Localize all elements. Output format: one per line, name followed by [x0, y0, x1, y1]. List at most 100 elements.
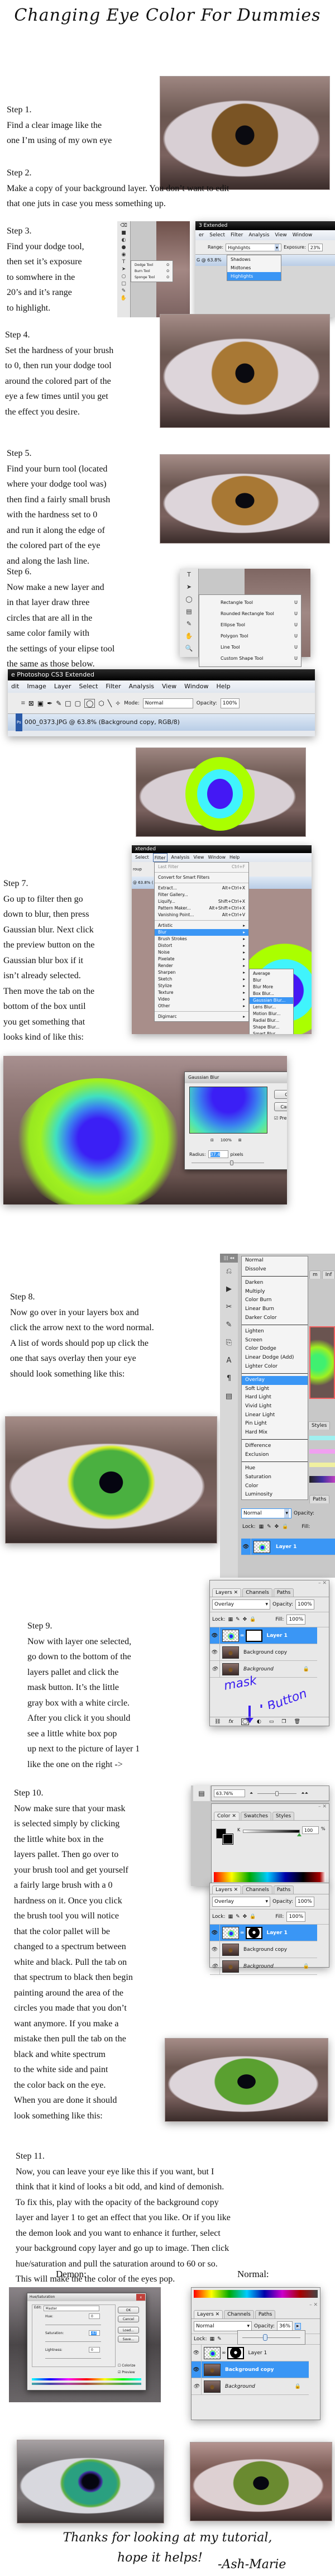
line-tool-item[interactable]: Line Tool U	[199, 642, 301, 653]
menu-help[interactable]: Help	[229, 853, 240, 862]
blend-mode-option[interactable]: Linear Burn	[242, 1305, 308, 1314]
layer-row[interactable]: 👁 Layer 1	[241, 1538, 335, 1555]
tab-color[interactable]: Color ✕	[214, 1812, 240, 1820]
opacity-popup-slider[interactable]	[237, 2330, 305, 2345]
menu-window[interactable]: Window	[208, 853, 226, 862]
blend-mode-select[interactable]: Overlay ▾	[212, 1897, 270, 1907]
menu-layer[interactable]: Layer	[54, 680, 71, 693]
blend-mode-option[interactable]: Hard Mix	[242, 1429, 308, 1437]
filter-menu-item[interactable]: Pattern Maker... Alt+Shift+Ctrl+X	[155, 905, 248, 912]
tool-presets-icon[interactable]: ✂	[220, 1298, 238, 1316]
rectangle-icon[interactable]: □	[65, 699, 71, 707]
menu-analysis[interactable]: Analysis	[129, 680, 154, 693]
menu-image[interactable]: Image	[27, 680, 46, 693]
trash-icon[interactable]: 🗑	[294, 1719, 300, 1725]
rounded-rectangle-tool-item[interactable]: Rounded Rectangle Tool U	[199, 608, 301, 620]
blend-mode-option[interactable]: Multiply	[242, 1288, 308, 1297]
pen-icon[interactable]: ✒	[47, 699, 52, 707]
lock-transparency-icon[interactable]: ▦	[210, 2336, 215, 2342]
sponge-tool-item[interactable]: Sponge Tool O	[131, 274, 173, 280]
layer-row[interactable]: 👁 Background copy	[210, 1644, 317, 1661]
link-layers-icon[interactable]: ⛓	[214, 1719, 221, 1725]
ok-button[interactable]: OK	[118, 2307, 139, 2313]
layer-row[interactable]: 👁 ∞ Layer 1	[210, 1627, 317, 1644]
panel-window-controls[interactable]: – ✕	[210, 1580, 329, 1586]
filter-menu-item[interactable]: Digimarc ▸	[155, 1013, 248, 1020]
layer-comps-icon[interactable]: ▤	[193, 1785, 210, 1801]
polygon-tool-item[interactable]: Polygon Tool U	[199, 631, 301, 642]
lock-pixels-icon[interactable]: ✎	[236, 1914, 240, 1920]
polygon-icon[interactable]: ⬡	[98, 699, 104, 707]
filter-menu-item[interactable]: Pixelate ▸	[155, 956, 248, 963]
opacity-input[interactable]: 100%	[295, 1599, 314, 1610]
menu-window[interactable]: Window	[293, 230, 313, 240]
blend-mode-option[interactable]: Normal	[242, 1256, 308, 1265]
filter-menu-item[interactable]: Filter Gallery...	[155, 892, 248, 898]
tab-paths[interactable]: Paths	[273, 1885, 294, 1894]
zoom-in-button[interactable]: ⊞	[238, 1138, 242, 1142]
freeform-pen-icon[interactable]: ✎	[56, 699, 61, 707]
lock-all-icon[interactable]: 🔒	[282, 1524, 288, 1530]
opacity-slider-thumb[interactable]	[263, 2334, 268, 2341]
line-icon[interactable]: ╲	[108, 699, 112, 707]
zoom-input[interactable]: 63.76%	[214, 1789, 245, 1797]
history-icon[interactable]: ⎌	[220, 1263, 238, 1280]
blur-submenu-item[interactable]: Box Blur...	[250, 991, 293, 997]
lock-position-icon[interactable]: ✥	[243, 1914, 247, 1920]
blend-mode-option[interactable]: Darker Color	[242, 1314, 308, 1323]
doc-tab[interactable]: Ps 000_0373.JPG @ 63.8% (Background copy…	[8, 713, 315, 731]
tab-layers[interactable]: Layers ✕	[212, 1588, 242, 1597]
zoom-in-icon[interactable]: ⏶⏶	[301, 1791, 308, 1796]
tab-layers[interactable]: Layers ✕	[194, 2310, 223, 2318]
menu-select[interactable]: Select	[79, 680, 98, 693]
visibility-eye-icon[interactable]: 👁	[192, 2378, 202, 2395]
panel-window-controls[interactable]: – ✕	[212, 1804, 329, 1810]
layer-row[interactable]: 👁 ∞ Layer 1	[210, 1924, 317, 1941]
menu-edit[interactable]: dit	[11, 680, 19, 693]
blend-mode-option[interactable]: Pin Light	[242, 1420, 308, 1429]
menu-view[interactable]: View	[162, 680, 176, 693]
lock-pixels-icon[interactable]: ✎	[217, 2336, 222, 2342]
zoom-out-button[interactable]: ⊟	[210, 1138, 214, 1142]
visibility-eye-icon[interactable]: 👁	[210, 1627, 220, 1644]
range-option-highlights[interactable]: Highlights	[227, 272, 281, 280]
blend-mode-option[interactable]: Hard Light	[242, 1393, 308, 1402]
blend-mode-option[interactable]: Darken	[242, 1279, 308, 1288]
blend-mode-option[interactable]: Exclusion	[242, 1451, 308, 1460]
dodge-tool-item[interactable]: Dodge Tool O	[131, 262, 173, 268]
opacity-input[interactable]: 100%	[295, 1897, 314, 1907]
actions-icon[interactable]: ▶	[220, 1280, 238, 1298]
blend-mode-option[interactable]: Lighten	[242, 1327, 308, 1336]
opacity-input[interactable]: 100%	[220, 698, 240, 708]
menu-window[interactable]: Window	[184, 680, 208, 693]
lock-position-icon[interactable]: ✥	[243, 1617, 247, 1622]
lock-all-icon[interactable]: 🔒	[250, 1914, 256, 1920]
paths-icon[interactable]: ⊠	[28, 699, 34, 707]
close-button[interactable]: x	[136, 2294, 145, 2301]
hue-input[interactable]: 0	[89, 2313, 100, 2319]
blur-submenu-item[interactable]: Radial Blur...	[250, 1017, 293, 1024]
mode-select[interactable]: Normal	[142, 698, 193, 708]
cancel-button[interactable]: Cancel	[274, 1102, 287, 1111]
fill-pixels-icon[interactable]: ▣	[37, 699, 44, 707]
menu-filter[interactable]: Filter	[152, 853, 168, 862]
paragraph-icon[interactable]: ¶	[220, 1370, 238, 1388]
visibility-eye-icon[interactable]: 👁	[192, 2361, 202, 2378]
tab-channels[interactable]: Channels	[242, 1588, 272, 1597]
cancel-button[interactable]: Cancel	[118, 2316, 139, 2322]
fx-icon[interactable]: fx	[228, 1719, 233, 1725]
visibility-eye-icon[interactable]: 👁	[210, 1660, 220, 1678]
saturation-slider[interactable]	[45, 2341, 101, 2342]
layer-row[interactable]: 👁 Background 🔒	[192, 2378, 309, 2395]
filter-menu-item[interactable]: Distort ▸	[155, 942, 248, 949]
blend-mode-option[interactable]: Color	[242, 1482, 308, 1491]
save-button[interactable]: Save...	[118, 2336, 139, 2342]
rectangle-tool-item[interactable]: Rectangle Tool U	[199, 597, 301, 608]
color-ramp[interactable]	[214, 1872, 326, 1882]
edit-select[interactable]: Master	[43, 2306, 99, 2311]
filter-menu-item[interactable]: Vanishing Point... Alt+Ctrl+V	[155, 912, 248, 918]
fill-input[interactable]: 100%	[286, 1615, 306, 1625]
lock-transparency-icon[interactable]: ▦	[228, 1914, 233, 1920]
visibility-eye-icon[interactable]: 👁	[210, 1924, 220, 1941]
brushes-icon[interactable]: ✎	[220, 1316, 238, 1334]
